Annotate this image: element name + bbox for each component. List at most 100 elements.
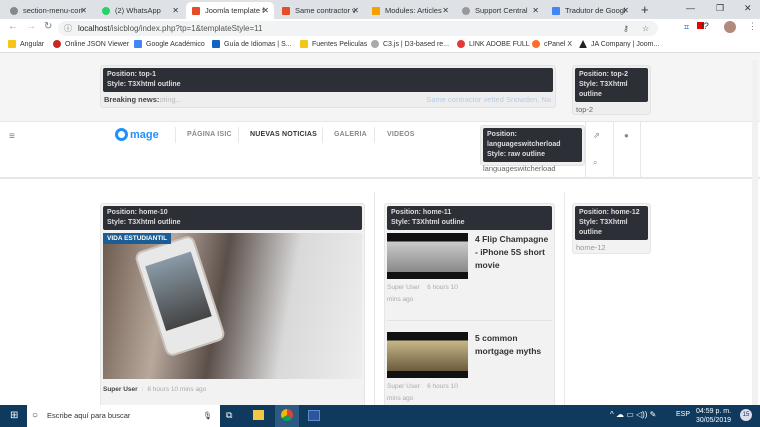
close-icon[interactable]: ✕: [80, 6, 87, 15]
ja-icon: [579, 40, 587, 48]
video-thumbnail[interactable]: [387, 332, 468, 378]
bookmark-guia-idiomas[interactable]: Guía de Idiomas | S...: [212, 40, 292, 48]
clock[interactable]: 04:59 p. m. 30/05/2019: [696, 407, 731, 425]
taskbar: ⊞ ○ Escribe aquí para buscar 🎙 ⧉ ^ ☁ ▭ ◁…: [0, 405, 760, 427]
search-icon[interactable]: ⌕: [593, 158, 597, 168]
module-header: Position: home-11 Style: T3Xhtml outline: [387, 206, 552, 230]
formula-extension-icon[interactable]: f?: [701, 21, 709, 31]
category-badge[interactable]: VIDA ESTUDIANTIL: [103, 233, 172, 244]
close-icon[interactable]: ✕: [352, 6, 359, 15]
scholar-icon: [134, 40, 142, 48]
address-bar[interactable]: ⓘ localhost/isicblog/index.php?tp=1&temp…: [58, 21, 658, 36]
translate-icon: [552, 6, 560, 15]
close-icon[interactable]: ✕: [262, 6, 269, 15]
tab-support-central[interactable]: Support Central ✕: [456, 2, 544, 19]
module-home-12: Position: home-12 Style: T3Xhtml outline …: [572, 203, 651, 254]
video-thumbnail[interactable]: [387, 233, 468, 279]
bookmark-angular[interactable]: Angular: [8, 40, 44, 48]
forward-icon[interactable]: →: [26, 21, 36, 32]
reload-icon[interactable]: ↻: [44, 21, 52, 32]
back-icon[interactable]: ←: [8, 21, 18, 32]
menu-icon[interactable]: ⋮: [748, 21, 757, 32]
nav-item-nuevas-noticias[interactable]: NUEVAS NOTICIAS: [250, 131, 317, 138]
search-input[interactable]: ○ Escribe aquí para buscar 🎙: [27, 405, 220, 427]
logo-icon: [115, 128, 128, 141]
bookmark-fuentes-peliculas[interactable]: Fuentes Peliculas: [300, 40, 367, 48]
breaking-news: Breaking news:oting... Same contractor ve…: [104, 95, 551, 104]
cortana-icon: ○: [32, 410, 39, 421]
module-header: Position: top-1 Style: T3Xhtml outline: [103, 68, 553, 92]
bookmark-adobe[interactable]: LINK ADOBE FULL: [457, 40, 530, 48]
user-icon[interactable]: ●: [624, 131, 629, 140]
module-header: Position: home-12 Style: T3Xhtml outline: [575, 206, 648, 240]
close-icon[interactable]: ✕: [442, 6, 449, 15]
module-header: Position: home-10 Style: T3Xhtml outline: [103, 206, 362, 230]
video-title[interactable]: 5 common mortgage myths: [475, 332, 552, 378]
tab-google-translate[interactable]: Tradutor de Googl ✕: [546, 2, 634, 19]
tab-section-menu[interactable]: section-menu-con ✕: [4, 2, 92, 19]
windows-start-icon[interactable]: ⊞: [10, 410, 18, 421]
crop-extension-icon[interactable]: ⌗: [684, 22, 689, 33]
module-top-2: Position: top-2 Style: T3Xhtml outline to…: [572, 65, 651, 115]
logo[interactable]: mage: [115, 128, 159, 141]
module-top-1: Position: top-1 Style: T3Xhtml outline Br…: [100, 65, 556, 108]
minimize-button[interactable]: —: [686, 3, 695, 13]
module-header: Position: languageswitcherload Style: raw…: [483, 128, 582, 162]
nav-item-pagina-isic[interactable]: PÁGINA ISIC: [187, 131, 232, 138]
guide-icon: [212, 40, 220, 48]
microphone-icon[interactable]: 🎙: [203, 405, 213, 427]
new-tab-button[interactable]: +: [641, 3, 649, 16]
joomla-icon: [192, 6, 200, 15]
tab-joomla-template[interactable]: Joomla template f ✕: [186, 2, 274, 19]
module-header: Position: top-2 Style: T3Xhtml outline: [575, 68, 648, 102]
word-icon[interactable]: [308, 410, 320, 421]
tab-same-contractor[interactable]: Same contractor v ✕: [276, 2, 364, 19]
notifications-badge[interactable]: 15: [740, 409, 752, 421]
article-image[interactable]: VIDA ESTUDIANTIL: [103, 233, 362, 379]
tray-icons[interactable]: ^ ☁ ▭ ◁)) ✎: [610, 410, 656, 419]
bookmark-google-academico[interactable]: Google Académico: [134, 40, 205, 48]
key-icon[interactable]: ⚷: [623, 21, 629, 36]
module-home-10: Position: home-10 Style: T3Xhtml outline …: [100, 203, 365, 413]
video-meta: Super User 6 hours 10 mins ago: [387, 284, 458, 303]
star-icon[interactable]: ☆: [642, 21, 649, 36]
nav-item-galeria[interactable]: GALERIA: [334, 131, 367, 138]
whatsapp-icon: [102, 6, 110, 15]
close-icon[interactable]: ✕: [622, 6, 629, 15]
globe-icon: [462, 6, 470, 15]
main-nav: [0, 122, 760, 179]
news-ticker-link[interactable]: Same contractor vetted Snowden, Na: [426, 95, 551, 104]
video-meta: Super User 6 hours 10 mins ago: [387, 383, 458, 402]
adobe-icon: [457, 40, 465, 48]
language-indicator[interactable]: ESP: [676, 411, 690, 418]
close-icon[interactable]: ✕: [172, 6, 179, 15]
scrollbar[interactable]: [752, 60, 758, 405]
maximize-button[interactable]: ❐: [716, 3, 724, 14]
task-view-icon[interactable]: ⧉: [226, 410, 232, 421]
close-icon[interactable]: ✕: [532, 6, 539, 15]
joomla-icon: [282, 6, 290, 15]
nav-item-videos[interactable]: VIDEOS: [387, 131, 415, 138]
bookmark-c3js[interactable]: C3.js | D3-based re...: [371, 40, 449, 48]
module-languageswitcherload: Position: languageswitcherload Style: raw…: [480, 125, 585, 173]
article-meta: Super User | 6 hours 10 mins ago: [103, 386, 207, 393]
bookmark-ja-company[interactable]: JA Company | Joom...: [579, 40, 659, 48]
json-icon: [53, 40, 61, 48]
video-item[interactable]: 5 common mortgage myths: [387, 332, 552, 378]
chrome-icon[interactable]: [281, 409, 293, 421]
tab-whatsapp[interactable]: (2) WhatsApp ✕: [96, 2, 184, 19]
video-item[interactable]: 4 Flip Champagne - iPhone 5S short movie: [387, 233, 552, 279]
bookmark-json-viewer[interactable]: Online JSON Viewer: [53, 40, 129, 48]
joomla-icon: [372, 6, 380, 15]
author[interactable]: Super User: [103, 386, 138, 393]
file-explorer-icon[interactable]: [253, 410, 264, 420]
avatar[interactable]: [724, 21, 736, 33]
share-icon[interactable]: ⇗: [593, 131, 600, 140]
bookmark-cpanel[interactable]: cPanel X: [532, 40, 572, 48]
folder-icon: [8, 40, 16, 48]
close-window-button[interactable]: ✕: [744, 3, 752, 14]
video-title[interactable]: 4 Flip Champagne - iPhone 5S short movie: [475, 233, 552, 279]
hamburger-menu-icon[interactable]: ≡: [9, 131, 15, 142]
tab-modules-articles[interactable]: Modules: Articles ✕: [366, 2, 454, 19]
globe-icon: [371, 40, 379, 48]
